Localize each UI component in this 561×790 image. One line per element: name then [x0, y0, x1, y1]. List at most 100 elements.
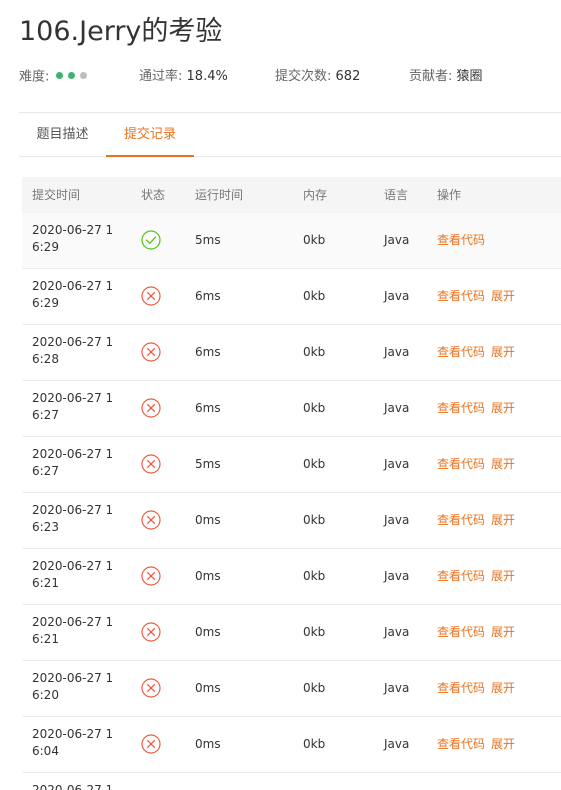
expand-link[interactable]: 展开 — [491, 289, 515, 303]
view-code-link[interactable]: 查看代码 — [437, 625, 485, 639]
submission-time: 2020-06-27 16:21 — [32, 559, 114, 590]
view-code-link[interactable]: 查看代码 — [437, 289, 485, 303]
expand-link[interactable]: 展开 — [491, 345, 515, 359]
memory-value: 0kb — [303, 737, 326, 751]
submission-time: 2020-06-27 16:23 — [32, 503, 114, 534]
language-value: Java — [384, 345, 410, 359]
runtime-value: 6ms — [195, 289, 221, 303]
row-actions: 查看代码展开 — [437, 605, 521, 660]
difficulty-dot-empty-icon — [79, 72, 87, 79]
submission-count: 提交次数: 682 — [275, 68, 360, 86]
table-row: 2020-06-27 16:04 0ms 0kb Java 查看代码 展开 — [22, 717, 561, 773]
x-circle-icon — [141, 566, 161, 586]
expand-link[interactable]: 展开 — [491, 457, 515, 471]
memory-value: 0kb — [303, 345, 326, 359]
runtime-value: 6ms — [195, 401, 221, 415]
row-actions: 查看代码展开 — [437, 381, 521, 436]
table-row: 2020-06-27 16:27 5ms 0kb Java 查看代码 展开 — [22, 437, 561, 493]
submission-time: 2020-06-27 16:29 — [32, 223, 114, 254]
expand-link[interactable]: 展开 — [491, 737, 515, 751]
row-actions: 查看代码展开 — [437, 773, 521, 790]
tab-description[interactable]: 题目描述 — [19, 113, 106, 156]
x-circle-icon — [141, 734, 161, 754]
header-ops: 操作 — [437, 188, 462, 202]
view-code-link[interactable]: 查看代码 — [437, 513, 485, 527]
pass-rate: 通过率: 18.4% — [139, 68, 228, 86]
runtime-value: 6ms — [195, 345, 221, 359]
header-time: 提交时间 — [32, 188, 81, 202]
row-actions: 查看代码展开 — [437, 549, 521, 604]
submission-time: 2020-06-27 16:20 — [32, 671, 114, 702]
view-code-link[interactable]: 查看代码 — [437, 681, 485, 695]
table-row: 2020-06-27 16:27 6ms 0kb Java 查看代码 展开 — [22, 381, 561, 437]
view-code-link[interactable]: 查看代码 — [437, 345, 485, 359]
row-actions: 查看代码 — [437, 213, 491, 268]
view-code-link[interactable]: 查看代码 — [437, 737, 485, 751]
difficulty-dot-filled-icon — [55, 72, 63, 79]
language-value: Java — [384, 737, 410, 751]
difficulty-label: 难度: — [19, 69, 50, 85]
runtime-value: 5ms — [195, 233, 221, 247]
language-value: Java — [384, 289, 410, 303]
view-code-link[interactable]: 查看代码 — [437, 233, 485, 247]
view-code-link[interactable]: 查看代码 — [437, 401, 485, 415]
submission-count-label: 提交次数: — [275, 69, 332, 84]
memory-value: 0kb — [303, 233, 326, 247]
tab-submissions[interactable]: 提交记录 — [106, 113, 194, 157]
language-value: Java — [384, 625, 410, 639]
language-value: Java — [384, 681, 410, 695]
expand-link[interactable]: 展开 — [491, 401, 515, 415]
row-actions: 查看代码展开 — [437, 269, 521, 324]
table-body: 2020-06-27 16:29 5ms 0kb Java 查看代码 2020-06-27… — [22, 213, 561, 790]
row-actions: 查看代码展开 — [437, 717, 521, 772]
x-circle-icon — [141, 342, 161, 362]
submission-time: 2020-06-27 16:21 — [32, 615, 114, 646]
difficulty-dots — [55, 68, 92, 86]
submission-time: 2020-06-27 16:27 — [32, 447, 114, 478]
runtime-value: 0ms — [195, 569, 221, 583]
submission-time: 2020-06-27 16:28 — [32, 335, 114, 366]
view-code-link[interactable]: 查看代码 — [437, 457, 485, 471]
contributor-label: 贡献者: — [409, 69, 453, 84]
submission-count-value: 682 — [335, 69, 361, 84]
memory-value: 0kb — [303, 289, 326, 303]
expand-link[interactable]: 展开 — [491, 625, 515, 639]
x-circle-icon — [141, 454, 161, 474]
submissions-table: 提交时间 状态 运行时间 内存 语言 操作 2020-06-27 16:29 5m… — [22, 177, 561, 790]
runtime-value: 0ms — [195, 513, 221, 527]
runtime-value: 0ms — [195, 625, 221, 639]
tab-bar: 题目描述 提交记录 — [19, 113, 561, 157]
runtime-value: 0ms — [195, 773, 221, 790]
table-header: 提交时间 状态 运行时间 内存 语言 操作 — [22, 177, 561, 213]
x-circle-icon — [141, 510, 161, 530]
expand-link[interactable]: 展开 — [491, 681, 515, 695]
expand-link[interactable]: 展开 — [491, 513, 515, 527]
difficulty-dot-filled-icon — [67, 72, 75, 79]
table-row: 2020-06-27 16:29 5ms 0kb Java 查看代码 — [22, 213, 561, 269]
language-value: Java — [384, 401, 410, 415]
row-actions: 查看代码展开 — [437, 325, 521, 380]
submission-time: 2020-06-27 15:5 — [32, 783, 114, 790]
language-value: Java — [384, 773, 409, 790]
expand-link[interactable]: 展开 — [491, 569, 515, 583]
language-value: Java — [384, 457, 410, 471]
submission-time: 2020-06-27 16:27 — [32, 391, 114, 422]
memory-value: 0kb — [303, 681, 326, 695]
header-memory: 内存 — [303, 188, 328, 202]
view-code-link[interactable]: 查看代码 — [437, 569, 485, 583]
x-circle-icon — [141, 286, 161, 306]
contributor-value: 猿圈 — [456, 69, 483, 84]
header-status: 状态 — [141, 188, 166, 202]
table-row: 2020-06-27 16:20 0ms 0kb Java 查看代码 展开 — [22, 661, 561, 717]
runtime-value: 5ms — [195, 457, 221, 471]
row-actions: 查看代码展开 — [437, 437, 521, 492]
page-title: 106.Jerry的考验 — [19, 16, 223, 47]
memory-value: 0kb — [303, 625, 326, 639]
row-actions: 查看代码展开 — [437, 661, 521, 716]
table-row: 2020-06-27 16:28 6ms 0kb Java 查看代码 展开 — [22, 325, 561, 381]
table-row: 2020-06-27 16:21 0ms 0kb Java 查看代码 展开 — [22, 549, 561, 605]
table-row: 2020-06-27 15:5 0ms 0kb Java 查看代码展开 — [22, 773, 561, 790]
x-circle-icon — [141, 678, 161, 698]
memory-value: 0kb — [303, 513, 326, 527]
memory-value: 0kb — [303, 457, 326, 471]
